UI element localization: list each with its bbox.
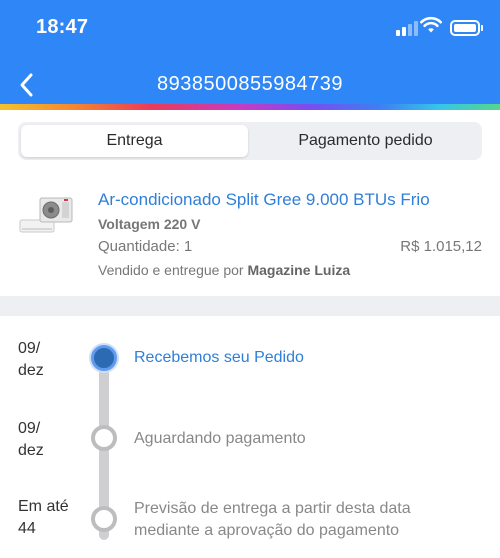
product-voltage: Voltagem 220 V [98, 216, 201, 232]
battery-icon [450, 20, 483, 36]
timeline-text-line: Previsão de entrega a partir desta data [134, 500, 411, 517]
timeline-date: 09/ dez [18, 418, 44, 462]
timeline-node-active [91, 345, 117, 371]
timeline-status-text: Aguardando pagamento [134, 428, 306, 450]
timeline-date-line: 09/ [18, 340, 41, 357]
product-seller: Vendido e entregue por Magazine Luiza [98, 262, 350, 278]
segmented-tabs: Entrega Pagamento pedido [18, 122, 482, 160]
status-time: 18:47 [36, 16, 89, 38]
product-quantity: Quantidade: 1 [98, 238, 193, 255]
air-conditioner-icon [19, 197, 73, 233]
seller-name: Magazine Luiza [247, 262, 351, 278]
timeline-date-line: 09/ [18, 420, 41, 437]
order-number-title: 8938500855984739 [157, 73, 343, 95]
timeline-date: Em até 44 [18, 496, 69, 540]
delivery-timeline: 09/ dez Recebemos seu Pedido 09/ dez Agu… [0, 316, 500, 558]
product-price: R$ 1.015,12 [400, 238, 482, 255]
timeline-status-text: Recebemos seu Pedido [134, 347, 304, 369]
timeline-status-text: Previsão de entrega a partir desta data … [134, 498, 411, 542]
tab-pagamento-pedido[interactable]: Pagamento pedido [252, 125, 479, 157]
timeline-date-line: dez [18, 442, 44, 459]
timeline-node-pending [91, 425, 117, 451]
timeline-node-pending [91, 506, 117, 532]
product-name[interactable]: Ar-condicionado Split Gree 9.000 BTUs Fr… [98, 190, 430, 210]
wifi-icon [420, 17, 442, 33]
timeline-text-line: mediante a aprovação do pagamento [134, 522, 400, 539]
timeline-date-line: Em até [18, 498, 69, 515]
seller-prefix: Vendido e entregue por [98, 262, 244, 278]
timeline-text-line: Aguardando pagamento [134, 430, 306, 447]
product-card[interactable]: Ar-condicionado Split Gree 9.000 BTUs Fr… [0, 178, 500, 296]
tab-entrega[interactable]: Entrega [21, 125, 248, 157]
timeline-text-line: Recebemos seu Pedido [134, 349, 304, 366]
timeline-date: 09/ dez [18, 338, 44, 382]
timeline-date-line: dez [18, 362, 44, 379]
app-header: 18:47 8938500855984739 [0, 0, 500, 106]
section-divider [0, 296, 500, 316]
cellular-signal-icon [396, 20, 422, 36]
timeline-date-line: 44 [18, 520, 36, 537]
rainbow-strip [0, 104, 500, 110]
